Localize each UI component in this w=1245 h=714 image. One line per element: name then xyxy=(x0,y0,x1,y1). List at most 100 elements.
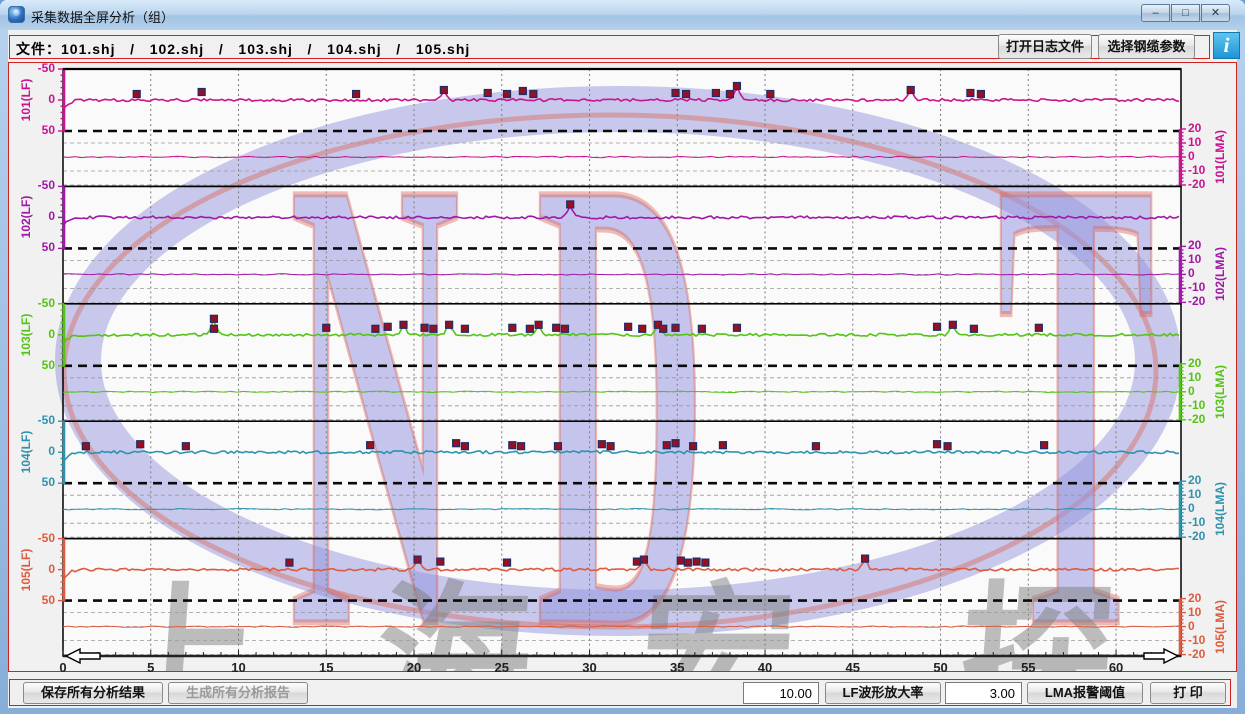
defect-marker xyxy=(461,443,468,450)
defect-marker xyxy=(353,91,360,98)
lma-tick-103: 0 xyxy=(1188,384,1195,398)
defect-marker xyxy=(690,443,697,450)
defect-marker xyxy=(535,321,542,328)
defect-marker xyxy=(372,325,379,332)
x-tick-label: 0 xyxy=(59,660,66,675)
lma-tick-103: -20 xyxy=(1188,412,1205,426)
x-tick-label: 30 xyxy=(582,660,596,675)
close-button[interactable]: ✕ xyxy=(1201,4,1230,22)
defect-marker xyxy=(684,559,691,566)
lma-tick-102: 10 xyxy=(1188,252,1201,266)
lma-tick-104: -20 xyxy=(1188,529,1205,543)
defect-marker xyxy=(554,443,561,450)
defect-marker xyxy=(567,201,574,208)
lf-gain-button[interactable]: LF波形放大率 xyxy=(825,682,941,704)
defect-marker xyxy=(944,443,951,450)
defect-marker xyxy=(286,559,293,566)
defect-marker xyxy=(625,323,632,330)
waveform-chart-area: NDT上海宏探-50050101(LF)20100-10-20101(LMA)-… xyxy=(8,62,1237,672)
defect-marker xyxy=(484,90,491,97)
lma-tick-101: -20 xyxy=(1188,177,1205,191)
open-log-button[interactable]: 打开日志文件 xyxy=(998,34,1092,59)
defect-marker xyxy=(907,87,914,94)
file-list: 文件：101.shj / 102.shj / 103.shj / 104.shj… xyxy=(16,39,470,59)
x-tick-label: 50 xyxy=(933,660,947,675)
defect-marker xyxy=(430,325,437,332)
defect-marker xyxy=(1035,324,1042,331)
x-tick-label: 25 xyxy=(495,660,509,675)
defect-marker xyxy=(519,88,526,95)
channel-103-lf-label: 103(LF) xyxy=(19,313,33,356)
defect-marker xyxy=(526,325,533,332)
app-icon xyxy=(8,6,25,23)
x-tick-label: 5 xyxy=(147,660,154,675)
defect-marker xyxy=(693,558,700,565)
x-tick-label: 45 xyxy=(846,660,860,675)
defect-marker xyxy=(561,325,568,332)
defect-marker xyxy=(553,324,560,331)
lma-tick-102: 20 xyxy=(1188,238,1201,252)
lma-tick-102: -10 xyxy=(1188,280,1205,294)
defect-marker xyxy=(400,321,407,328)
lma-tick-102: 0 xyxy=(1188,266,1195,280)
lma-tick-103: 10 xyxy=(1188,370,1201,384)
defect-marker xyxy=(437,558,444,565)
lma-tick-103: 20 xyxy=(1188,356,1201,370)
save-all-results-button[interactable]: 保存所有分析结果 xyxy=(23,682,163,704)
defect-marker xyxy=(719,442,726,449)
lma-tick-104: 10 xyxy=(1188,487,1201,501)
defect-marker xyxy=(698,325,705,332)
channel-101-lma-label: 101(LMA) xyxy=(1213,130,1227,184)
lma-tick-104: 0 xyxy=(1188,501,1195,515)
select-cable-params-button[interactable]: 选择钢缆参数 xyxy=(1098,34,1195,59)
lma-tick-101: 10 xyxy=(1188,135,1201,149)
maximize-button[interactable]: □ xyxy=(1171,4,1200,22)
x-tick-label: 10 xyxy=(231,660,245,675)
defect-marker xyxy=(672,324,679,331)
info-button[interactable]: i xyxy=(1213,32,1240,59)
defect-marker xyxy=(1041,442,1048,449)
lma-tick-101: 0 xyxy=(1188,149,1195,163)
lma-tick-104: -10 xyxy=(1188,515,1205,529)
defect-marker xyxy=(812,443,819,450)
channel-102-lma-label: 102(LMA) xyxy=(1213,247,1227,301)
lf-tick-104: -50 xyxy=(13,413,55,427)
app-window: 采集数据全屏分析（组） – □ ✕ 文件：101.shj / 102.shj /… xyxy=(0,0,1245,714)
lma-tick-104: 20 xyxy=(1188,473,1201,487)
defect-marker xyxy=(421,324,428,331)
print-button[interactable]: 打 印 xyxy=(1150,682,1226,704)
defect-marker xyxy=(733,83,740,90)
x-tick-label: 15 xyxy=(319,660,333,675)
defect-marker xyxy=(504,559,511,566)
defect-marker xyxy=(672,90,679,97)
defect-marker xyxy=(640,556,647,563)
defect-marker xyxy=(414,556,421,563)
defect-marker xyxy=(367,442,374,449)
defect-marker xyxy=(672,440,679,447)
defect-marker xyxy=(82,443,89,450)
channel-105-lf-label: 105(LF) xyxy=(19,548,33,591)
defect-marker xyxy=(677,557,684,564)
lf-tick-101: -50 xyxy=(13,61,55,75)
title-bar: 采集数据全屏分析（组） – □ ✕ xyxy=(0,0,1245,30)
x-tick-label: 55 xyxy=(1021,660,1035,675)
lf-gain-input[interactable] xyxy=(743,682,819,704)
defect-marker xyxy=(530,91,537,98)
lma-tick-105: 20 xyxy=(1188,591,1201,605)
x-tick-label: 60 xyxy=(1109,660,1123,675)
defect-marker xyxy=(137,441,144,448)
channel-103-lma-label: 103(LMA) xyxy=(1213,365,1227,419)
defect-marker xyxy=(384,323,391,330)
lma-threshold-input[interactable] xyxy=(945,682,1022,704)
window-title: 采集数据全屏分析（组） xyxy=(31,7,174,26)
client-area: 文件：101.shj / 102.shj / 103.shj / 104.shj… xyxy=(8,30,1237,708)
lma-threshold-button[interactable]: LMA报警阈值 xyxy=(1027,682,1143,704)
lf-tick-102: 50 xyxy=(13,240,55,254)
lma-tick-105: 10 xyxy=(1188,605,1201,619)
file-list-names: 101.shj / 102.shj / 103.shj / 104.shj / … xyxy=(61,41,470,57)
defect-marker xyxy=(639,325,646,332)
defect-marker xyxy=(210,315,217,322)
minimize-button[interactable]: – xyxy=(1141,4,1170,22)
x-tick-label: 40 xyxy=(758,660,772,675)
channel-104-lma-label: 104(LMA) xyxy=(1213,482,1227,536)
